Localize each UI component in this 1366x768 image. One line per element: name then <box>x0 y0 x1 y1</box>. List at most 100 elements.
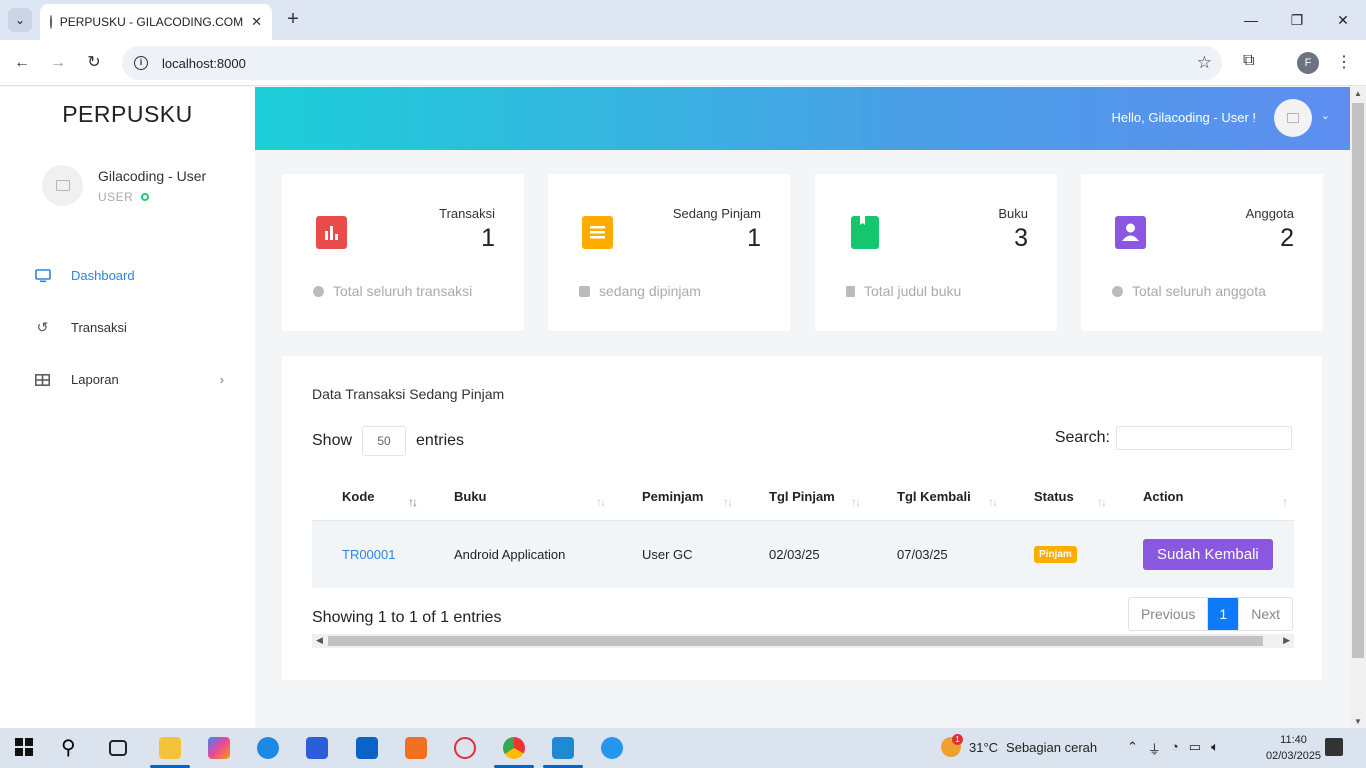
battery-icon[interactable]: ▭ <box>1189 739 1201 758</box>
vscode-icon[interactable] <box>552 737 574 759</box>
vertical-scrollbar[interactable]: ▲ ▼ <box>1350 87 1366 728</box>
tab-search-button[interactable]: ⌄ <box>8 8 32 32</box>
restore-button[interactable]: ❐ <box>1274 0 1320 40</box>
user-small-icon <box>1112 285 1123 297</box>
sidebar-item-transaksi[interactable]: ↺ Transaksi <box>34 319 224 335</box>
scroll-thumb[interactable] <box>328 636 1263 646</box>
volume-icon[interactable]: 🔈︎ <box>1211 739 1219 758</box>
length-control: Show 50 entries <box>312 426 464 456</box>
cell-kode: TR00001 <box>312 520 424 588</box>
tab-close-icon[interactable]: ✕ <box>251 14 262 30</box>
xampp-icon[interactable] <box>405 737 427 759</box>
stat-card-transaksi: Transaksi 1 Total seluruh transaksi <box>282 174 524 331</box>
scroll-right-icon[interactable]: ▶ <box>1283 635 1290 646</box>
weather-badge: 1 <box>952 734 963 745</box>
browser-menu-icon[interactable]: ⋮ <box>1336 52 1352 72</box>
next-page-button[interactable]: Next <box>1238 598 1292 630</box>
card-value: 3 <box>1014 224 1028 252</box>
search-icon[interactable]: ⚲ <box>61 737 83 759</box>
browser-tab[interactable]: PERPUSKU - GILACODING.COM ✕ <box>40 4 272 40</box>
url-text: localhost:8000 <box>162 55 246 71</box>
page-1-button[interactable]: 1 <box>1208 598 1239 630</box>
vertical-scroll-thumb[interactable] <box>1352 103 1364 658</box>
card-label: Buku <box>998 206 1028 221</box>
notification-icon[interactable] <box>1325 738 1343 756</box>
monitor-icon <box>34 268 51 283</box>
previous-page-button[interactable]: Previous <box>1129 598 1209 630</box>
column-header-peminjam[interactable]: Peminjam ↑↓ <box>612 474 739 521</box>
column-label: Tgl Kembali <box>897 489 971 505</box>
microsoft-store-icon[interactable] <box>306 737 328 759</box>
column-header-tgl-pinjam[interactable]: Tgl Pinjam ↑↓ <box>739 474 867 521</box>
sidebar-item-label: Dashboard <box>71 268 135 283</box>
sudah-kembali-button[interactable]: Sudah Kembali <box>1143 538 1273 570</box>
status-badge: Pinjam <box>1034 546 1077 564</box>
bookmark-star-icon[interactable]: ☆ <box>1197 53 1212 73</box>
system-clock[interactable]: 11:40 02/03/2025 <box>1266 732 1321 764</box>
cell-tgl-pinjam: 02/03/25 <box>739 520 867 588</box>
scroll-left-icon[interactable]: ◀ <box>316 635 323 646</box>
forward-button[interactable]: → <box>47 52 69 74</box>
docker-icon[interactable] <box>601 737 623 759</box>
chevron-up-icon[interactable]: ⌃ <box>1127 739 1138 758</box>
edge-browser-icon[interactable] <box>257 737 279 759</box>
site-info-icon[interactable]: i <box>134 56 148 70</box>
info-circle-icon <box>313 285 324 297</box>
column-header-tgl-kembali[interactable]: Tgl Kembali ↑↓ <box>867 474 1004 521</box>
sidebar-user: Gilacoding - User USER <box>42 165 206 206</box>
image-placeholder-icon <box>1287 113 1299 123</box>
greeting-text: Hello, Gilacoding - User ! <box>1111 110 1257 125</box>
user-role-label: USER <box>98 189 134 204</box>
tab-favicon-icon <box>50 15 52 29</box>
browser-toolbar: ← → ↻ i localhost:8000 ☆ <box>0 40 1366 86</box>
minimize-button[interactable]: — <box>1228 0 1274 40</box>
windows-start-icon[interactable] <box>14 737 36 759</box>
outlook-icon[interactable] <box>356 737 378 759</box>
file-explorer-icon[interactable] <box>159 737 181 759</box>
sort-icon: ↑ <box>1282 495 1288 509</box>
brand-logo[interactable]: PERPUSKU <box>0 101 255 128</box>
chrome-browser-icon[interactable] <box>503 737 525 759</box>
column-header-kode[interactable]: Kode ↑↓ <box>312 474 424 521</box>
window-controls: — ❐ ✕ <box>1228 0 1366 40</box>
search-label: Search: <box>1054 429 1110 446</box>
task-view-icon[interactable] <box>109 740 127 756</box>
weather-temp: 31°C <box>969 739 999 755</box>
reload-button[interactable]: ↻ <box>83 52 105 74</box>
chevron-down-icon[interactable]: ⌄ <box>1321 109 1330 122</box>
card-footer: Total judul buku <box>846 283 961 299</box>
card-label: Sedang Pinjam <box>672 206 761 221</box>
address-bar[interactable]: i localhost:8000 ☆ <box>122 46 1222 80</box>
page-length-select[interactable]: 50 <box>362 426 407 456</box>
kode-link[interactable]: TR00001 <box>342 547 395 562</box>
column-label: Tgl Pinjam <box>769 489 835 505</box>
card-footer-text: Total judul buku <box>864 283 962 299</box>
close-window-button[interactable]: ✕ <box>1320 0 1366 40</box>
sidebar-item-laporan[interactable]: Laporan › <box>34 372 224 387</box>
sidebar-item-dashboard[interactable]: Dashboard <box>34 268 224 283</box>
horizontal-scrollbar[interactable]: ◀ ▶ <box>312 634 1294 648</box>
cell-peminjam: User GC <box>612 520 739 588</box>
card-value: 1 <box>747 224 761 252</box>
copilot-icon[interactable] <box>208 737 230 759</box>
scroll-down-icon[interactable]: ▼ <box>1354 717 1362 726</box>
column-header-status[interactable]: Status ↑↓ <box>1004 474 1113 521</box>
column-header-action[interactable]: Action ↑ <box>1113 474 1294 521</box>
usb-icon[interactable]: ⏚ <box>1148 739 1161 758</box>
column-header-buku[interactable]: Buku ↑↓ <box>424 474 612 521</box>
back-button[interactable]: ← <box>11 52 33 74</box>
user-role: USER <box>98 190 206 204</box>
chevron-right-icon: › <box>219 372 224 387</box>
cell-buku: Android Application <box>424 520 612 588</box>
new-tab-button[interactable]: + <box>282 8 304 30</box>
profile-avatar[interactable]: F <box>1297 52 1319 74</box>
header-avatar[interactable] <box>1274 99 1312 137</box>
extensions-puzzle-icon[interactable]: ⧉ <box>1243 52 1265 74</box>
snipping-tool-icon[interactable] <box>454 737 476 759</box>
scroll-up-icon[interactable]: ▲ <box>1354 89 1362 98</box>
card-footer-text: Total seluruh transaksi <box>333 283 473 299</box>
weather-widget[interactable]: 1 31°C Sebagian cerah <box>941 734 1097 757</box>
wifi-icon[interactable]: ◔ <box>1171 739 1179 758</box>
search-input[interactable] <box>1116 426 1292 450</box>
search-control: Search: <box>1055 426 1292 450</box>
